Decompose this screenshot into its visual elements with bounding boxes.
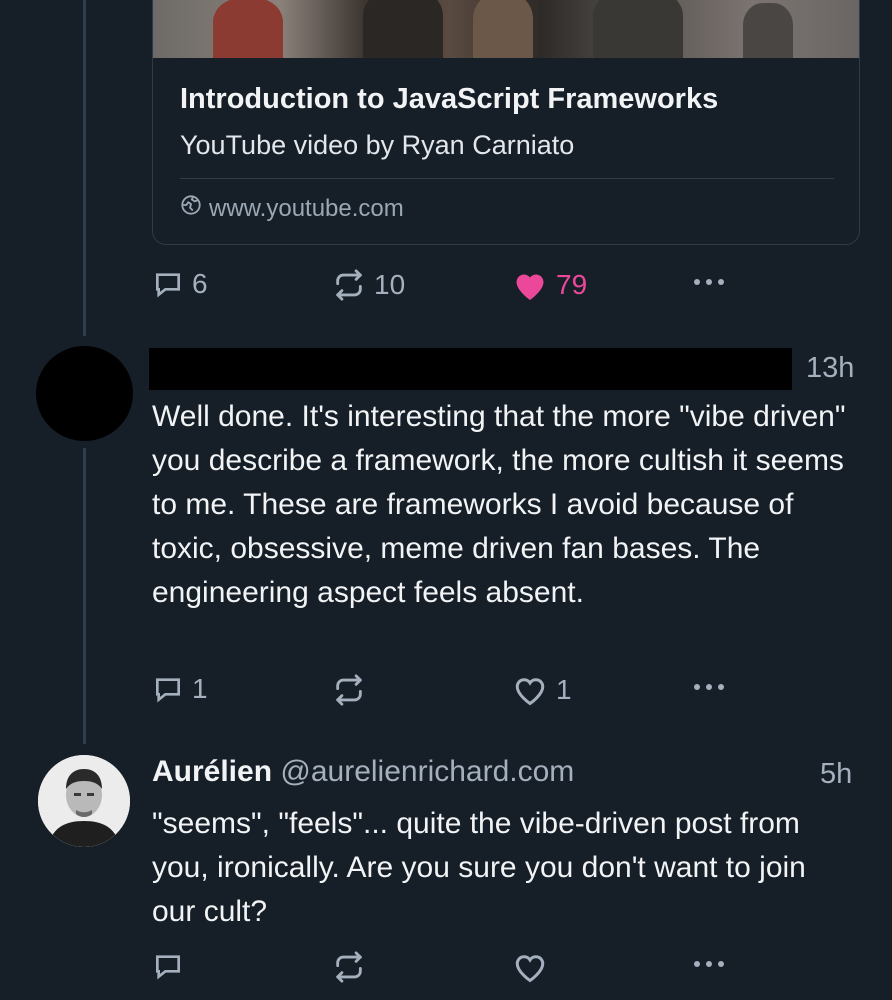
author-handle[interactable]: @aurelienrichard.com [280,755,574,788]
more-icon [690,954,730,974]
thread-line [83,448,86,744]
avatar[interactable] [38,755,130,847]
repost-icon [332,950,366,984]
repost-count: 10 [374,269,406,300]
reply-count: 6 [192,268,208,299]
more-button[interactable] [690,272,730,292]
link-card[interactable]: Introduction to JavaScript Frameworks Yo… [152,0,860,245]
more-button[interactable] [690,954,730,974]
post-body: Well done. It's interesting that the mor… [152,400,846,609]
reply-count: 1 [192,673,208,704]
thread-line [83,0,86,336]
repost-button[interactable] [332,950,366,984]
redacted-author [149,348,792,390]
card-divider [180,178,834,179]
like-icon [512,950,548,984]
post-actions [152,950,752,990]
post-body: "seems", "feels"... quite the vibe-drive… [152,807,806,928]
repost-button[interactable]: 10 [332,268,405,302]
video-thumbnail[interactable] [153,0,859,58]
like-button[interactable]: 1 [512,673,572,707]
reply-icon [152,268,184,300]
like-button[interactable]: 79 [512,268,587,302]
reply-icon [152,950,184,982]
like-icon [512,673,548,707]
author-line: Aurélien @aurelienrichard.com [152,755,574,789]
reply-icon [152,673,184,705]
avatar[interactable] [36,346,133,441]
more-icon [690,677,730,697]
link-card-description: YouTube video by Ryan Carniato [180,130,575,160]
post-actions: 6 10 79 [152,268,752,308]
reply-button[interactable]: 6 [152,268,208,300]
reply-button[interactable]: 1 [152,673,208,705]
link-card-domain: www.youtube.com [180,194,404,223]
post-actions: 1 1 [152,673,752,713]
repost-icon [332,268,366,302]
repost-icon [332,673,366,707]
more-icon [690,272,730,292]
globe-icon [180,194,202,223]
post-time[interactable]: 13h [806,352,854,385]
like-count: 79 [556,269,588,300]
like-count: 1 [556,674,572,705]
like-icon [512,268,548,302]
reply-button[interactable] [152,950,184,982]
link-card-title[interactable]: Introduction to JavaScript Frameworks [180,83,718,116]
author-name[interactable]: Aurélien [152,755,272,788]
more-button[interactable] [690,677,730,697]
like-button[interactable] [512,950,548,984]
domain-text: www.youtube.com [209,194,404,222]
repost-button[interactable] [332,673,366,707]
post-time[interactable]: 5h [820,758,852,791]
